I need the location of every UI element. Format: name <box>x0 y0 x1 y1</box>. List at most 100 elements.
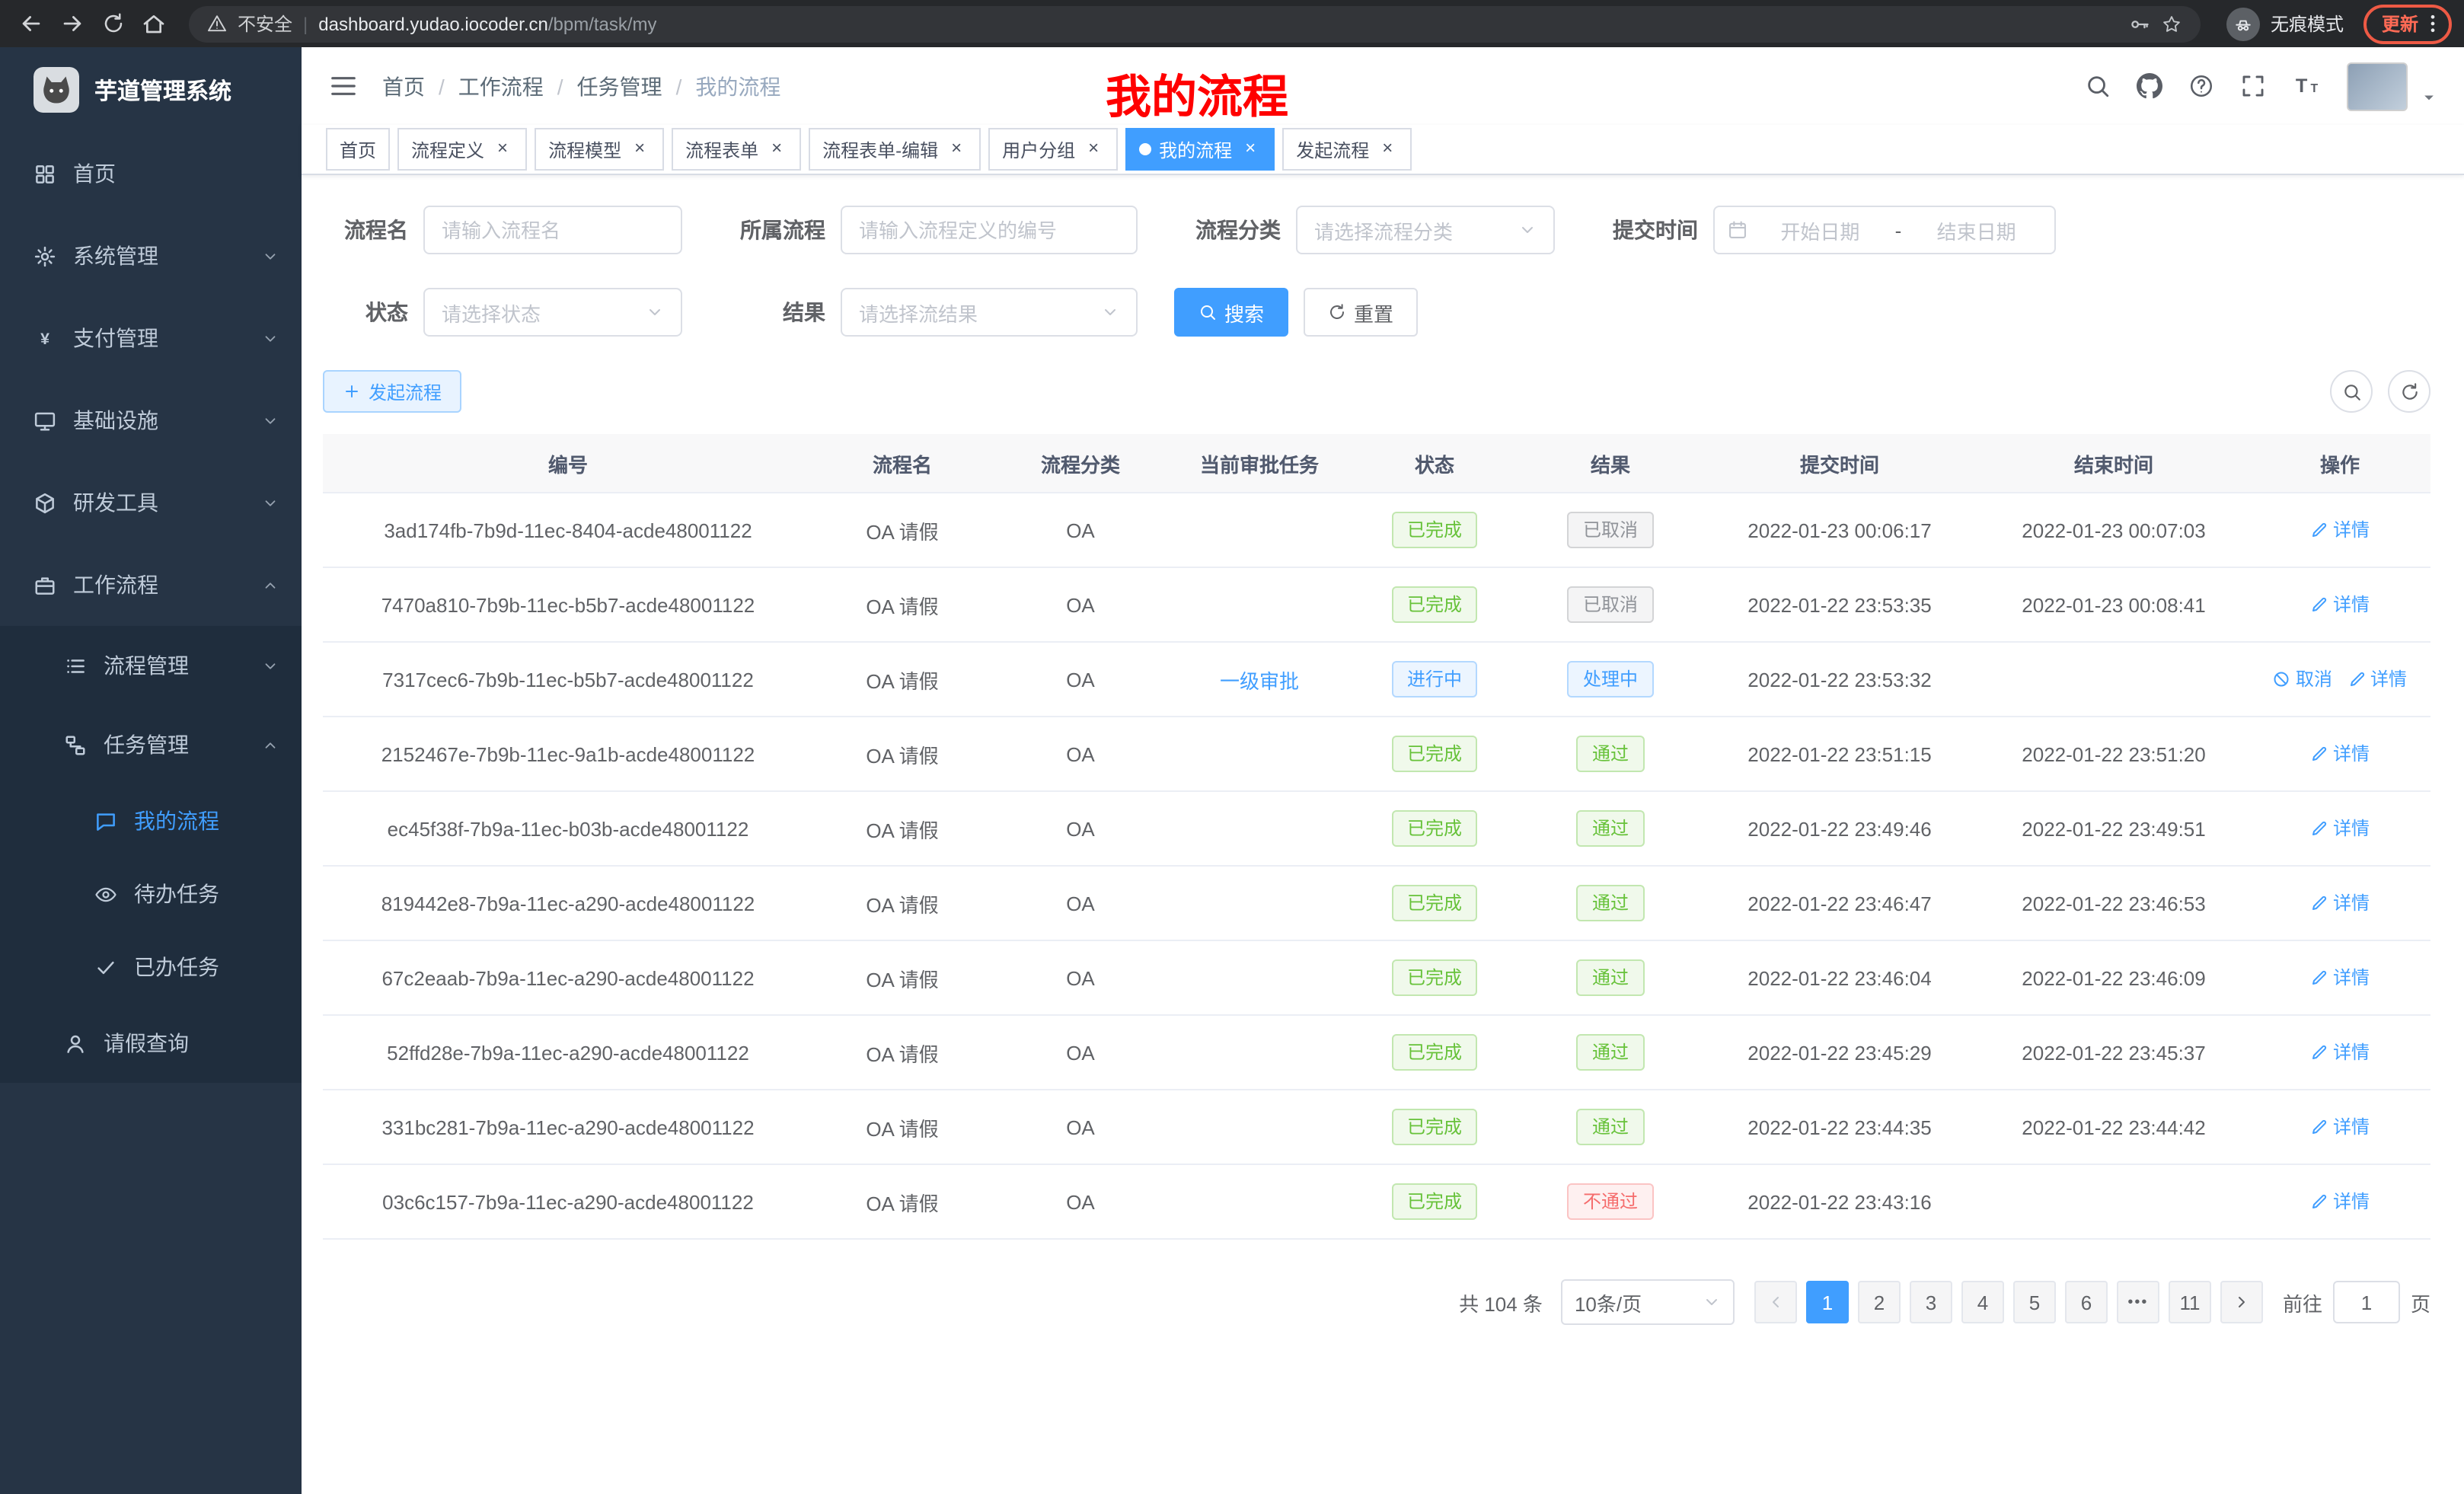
process-definition-input[interactable] <box>841 206 1138 254</box>
sidebar-item-系统管理[interactable]: 系统管理 <box>0 215 302 297</box>
cell-result: 已取消 <box>1520 567 1701 642</box>
detail-link[interactable]: 详情 <box>2310 890 2370 916</box>
check-icon <box>94 956 117 978</box>
page-button-5[interactable]: 5 <box>2013 1281 2056 1323</box>
sidebar-item-已办任务[interactable]: 已办任务 <box>0 931 302 1004</box>
process-name-input[interactable] <box>423 206 682 254</box>
page-button-6[interactable]: 6 <box>2065 1281 2108 1323</box>
logo[interactable]: 芋道管理系统 <box>0 47 302 132</box>
detail-link[interactable]: 详情 <box>2310 1039 2370 1065</box>
close-icon[interactable]: × <box>766 139 787 160</box>
browser-forward-button[interactable] <box>53 5 90 42</box>
prev-page-button[interactable] <box>1754 1281 1797 1323</box>
sidebar-item-流程管理[interactable]: 流程管理 <box>0 626 302 705</box>
chevron-up-icon <box>262 736 279 753</box>
sidebar-item-我的流程[interactable]: 我的流程 <box>0 784 302 857</box>
chevron-down-icon <box>262 412 279 429</box>
sidebar-item-工作流程[interactable]: 工作流程 <box>0 544 302 626</box>
detail-link[interactable]: 详情 <box>2310 1189 2370 1215</box>
task-link[interactable]: 一级审批 <box>1220 665 1299 694</box>
sidebar-item-基础设施[interactable]: 基础设施 <box>0 379 302 461</box>
tab-流程定义[interactable]: 流程定义× <box>397 128 527 171</box>
help-icon[interactable] <box>2188 73 2214 99</box>
active-tab-dot <box>1139 143 1151 155</box>
detail-link[interactable]: 详情 <box>2310 517 2370 543</box>
avatar[interactable] <box>2347 62 2408 110</box>
tab-label: 流程模型 <box>548 136 621 162</box>
detail-link[interactable]: 详情 <box>2310 816 2370 841</box>
page-button-2[interactable]: 2 <box>1858 1281 1901 1323</box>
chevron-down-icon <box>1518 221 1537 239</box>
sidebar-item-首页[interactable]: 首页 <box>0 132 302 215</box>
detail-link[interactable]: 详情 <box>2310 592 2370 618</box>
close-icon[interactable]: × <box>1377 139 1398 160</box>
tab-首页[interactable]: 首页 <box>326 128 390 171</box>
tab-发起流程[interactable]: 发起流程× <box>1282 128 1412 171</box>
result-select[interactable]: 请选择流结果 <box>841 288 1138 337</box>
create-process-button[interactable]: 发起流程 <box>323 370 461 413</box>
address-bar[interactable]: 不安全 | dashboard.yudao.iocoder.cn/bpm/tas… <box>189 5 2201 42</box>
cell-current-task <box>1170 791 1349 866</box>
browser-back-button[interactable] <box>12 5 49 42</box>
sidebar-item-研发工具[interactable]: 研发工具 <box>0 461 302 544</box>
page-size-select[interactable]: 10条/页 <box>1561 1279 1735 1325</box>
cancel-link[interactable]: 取消 <box>2273 666 2332 692</box>
close-icon[interactable]: × <box>946 139 967 160</box>
search-button[interactable]: 搜索 <box>1174 288 1288 337</box>
submit-time-range-picker[interactable]: 开始日期 - 结束日期 <box>1713 206 2056 254</box>
sidebar-item-支付管理[interactable]: ¥支付管理 <box>0 297 302 379</box>
detail-link[interactable]: 详情 <box>2310 1114 2370 1140</box>
browser-refresh-button[interactable] <box>94 5 131 42</box>
sidebar-item-待办任务[interactable]: 待办任务 <box>0 857 302 931</box>
caret-down-icon[interactable] <box>2421 89 2437 104</box>
breadcrumb-item[interactable]: 工作流程 <box>458 71 544 101</box>
close-icon[interactable]: × <box>1083 139 1104 160</box>
page-button-3[interactable]: 3 <box>1910 1281 1952 1323</box>
close-icon[interactable]: × <box>629 139 650 160</box>
close-icon[interactable]: × <box>1240 139 1261 160</box>
category-select[interactable]: 请选择流程分类 <box>1296 206 1555 254</box>
tab-流程表单[interactable]: 流程表单× <box>672 128 801 171</box>
sidebar-item-请假查询[interactable]: 请假查询 <box>0 1004 302 1083</box>
bookmark-star-icon[interactable] <box>2161 13 2182 34</box>
detail-link[interactable]: 详情 <box>2348 666 2407 692</box>
fullscreen-icon[interactable] <box>2240 73 2266 99</box>
sidebar-item-label: 首页 <box>73 158 116 189</box>
user-icon <box>64 1032 87 1055</box>
breadcrumb-item[interactable]: 任务管理 <box>577 71 662 101</box>
page-button-4[interactable]: 4 <box>1961 1281 2004 1323</box>
sidebar-item-label: 任务管理 <box>104 729 189 760</box>
font-size-icon[interactable]: TT <box>2292 72 2321 101</box>
sidebar-item-任务管理[interactable]: 任务管理 <box>0 705 302 784</box>
browser-update-button[interactable]: 更新 <box>2363 4 2452 43</box>
refresh-icon <box>1328 303 1346 321</box>
close-icon[interactable]: × <box>492 139 513 160</box>
devtools-icon <box>34 491 56 514</box>
tab-我的流程[interactable]: 我的流程× <box>1125 128 1275 171</box>
key-icon[interactable] <box>2129 13 2150 34</box>
detail-link[interactable]: 详情 <box>2310 741 2370 767</box>
cell-result: 通过 <box>1520 1015 1701 1090</box>
browser-menu-icon[interactable] <box>2421 12 2444 35</box>
search-icon[interactable] <box>2085 73 2111 99</box>
pager-more[interactable]: ••• <box>2117 1281 2159 1323</box>
github-icon[interactable] <box>2137 73 2162 99</box>
status-select[interactable]: 请选择状态 <box>423 288 682 337</box>
reset-button[interactable]: 重置 <box>1304 288 1418 337</box>
goto-page-input[interactable] <box>2333 1281 2400 1323</box>
next-page-button[interactable] <box>2220 1281 2263 1323</box>
cell-actions: 详情 <box>2249 940 2430 1015</box>
breadcrumb-item[interactable]: 首页 <box>382 71 425 101</box>
tab-流程模型[interactable]: 流程模型 × <box>535 128 664 171</box>
page-button-1[interactable]: 1 <box>1806 1281 1849 1323</box>
tab-用户分组[interactable]: 用户分组× <box>988 128 1118 171</box>
refresh-table-button[interactable] <box>2388 370 2430 413</box>
page-button-11[interactable]: 11 <box>2169 1281 2211 1323</box>
collapse-sidebar-icon[interactable] <box>329 72 358 101</box>
show-search-button[interactable] <box>2330 370 2373 413</box>
browser-home-button[interactable] <box>136 5 172 42</box>
logo-title: 芋道管理系统 <box>94 74 231 106</box>
cell-result: 已取消 <box>1520 493 1701 567</box>
tab-流程表单-编辑[interactable]: 流程表单-编辑× <box>809 128 981 171</box>
detail-link[interactable]: 详情 <box>2310 965 2370 991</box>
